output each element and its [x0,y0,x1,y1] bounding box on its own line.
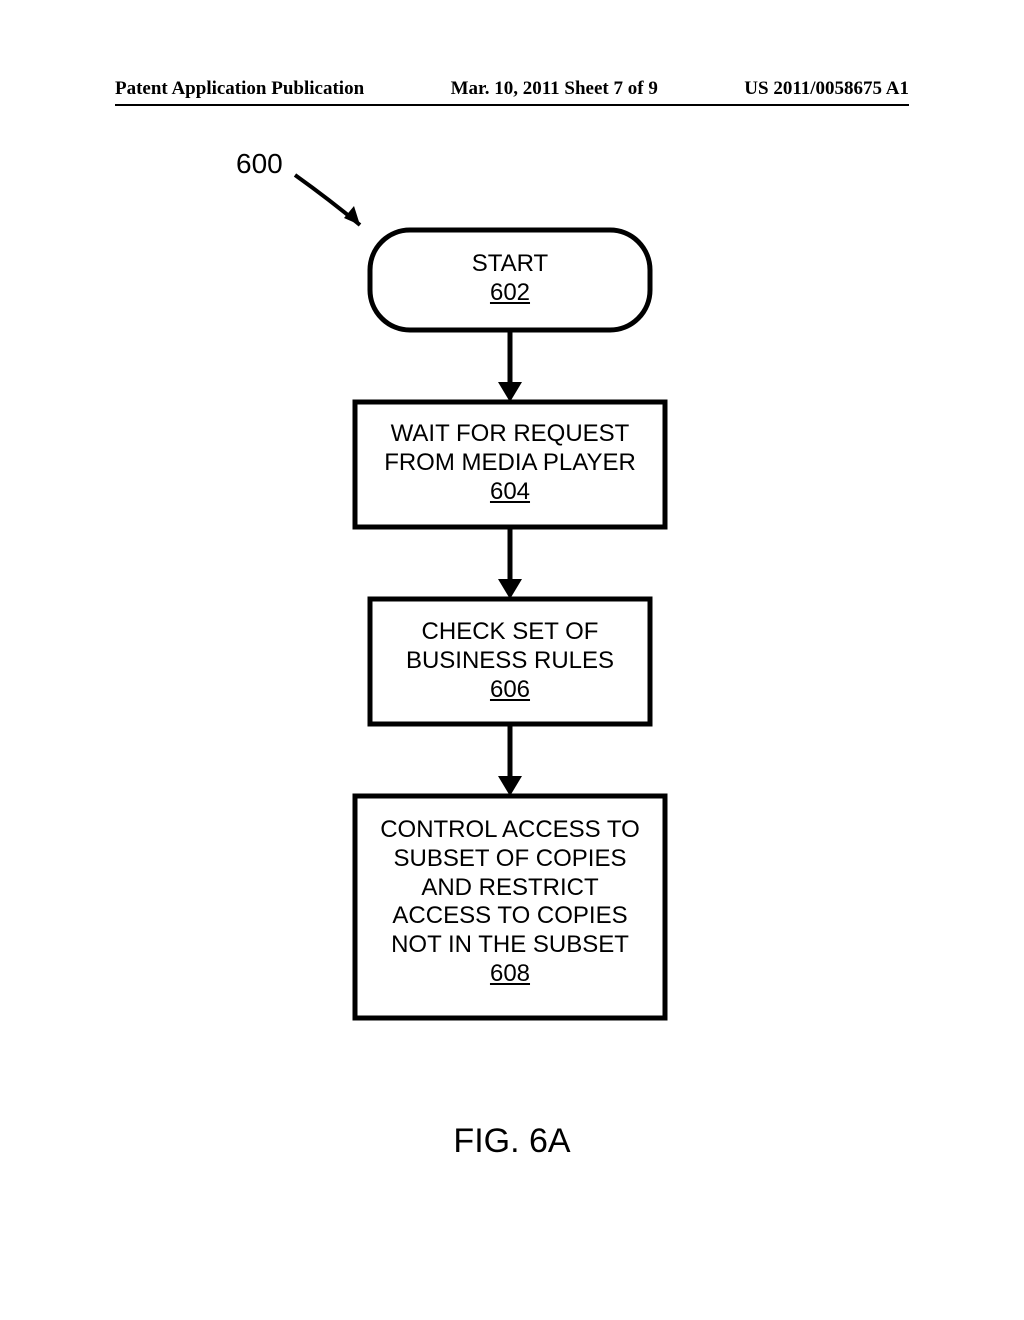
control-line4: ACCESS TO COPIES [355,902,665,931]
ref-600-arrow [295,175,360,225]
start-text: START 602 [370,250,650,308]
control-num: 608 [355,960,665,989]
control-line1: CONTROL ACCESS TO [355,816,665,845]
wait-line2: FROM MEDIA PLAYER [355,449,665,478]
check-line2: BUSINESS RULES [370,647,650,676]
start-num: 602 [370,279,650,308]
control-line3: AND RESTRICT [355,874,665,903]
ref-600-label: 600 [236,148,283,180]
arrowhead-3 [498,776,522,796]
arrowhead-1 [498,382,522,402]
start-title: START [370,250,650,279]
check-num: 606 [370,676,650,705]
page: Patent Application Publication Mar. 10, … [0,0,1024,1320]
check-line1: CHECK SET OF [370,618,650,647]
wait-line1: WAIT FOR REQUEST [355,420,665,449]
figure-caption: FIG. 6A [0,1122,1024,1161]
arrowhead-2 [498,579,522,599]
wait-text: WAIT FOR REQUEST FROM MEDIA PLAYER 604 [355,420,665,506]
check-text: CHECK SET OF BUSINESS RULES 606 [370,618,650,704]
control-line5: NOT IN THE SUBSET [355,931,665,960]
wait-num: 604 [355,478,665,507]
control-line2: SUBSET OF COPIES [355,845,665,874]
control-text: CONTROL ACCESS TO SUBSET OF COPIES AND R… [355,816,665,989]
